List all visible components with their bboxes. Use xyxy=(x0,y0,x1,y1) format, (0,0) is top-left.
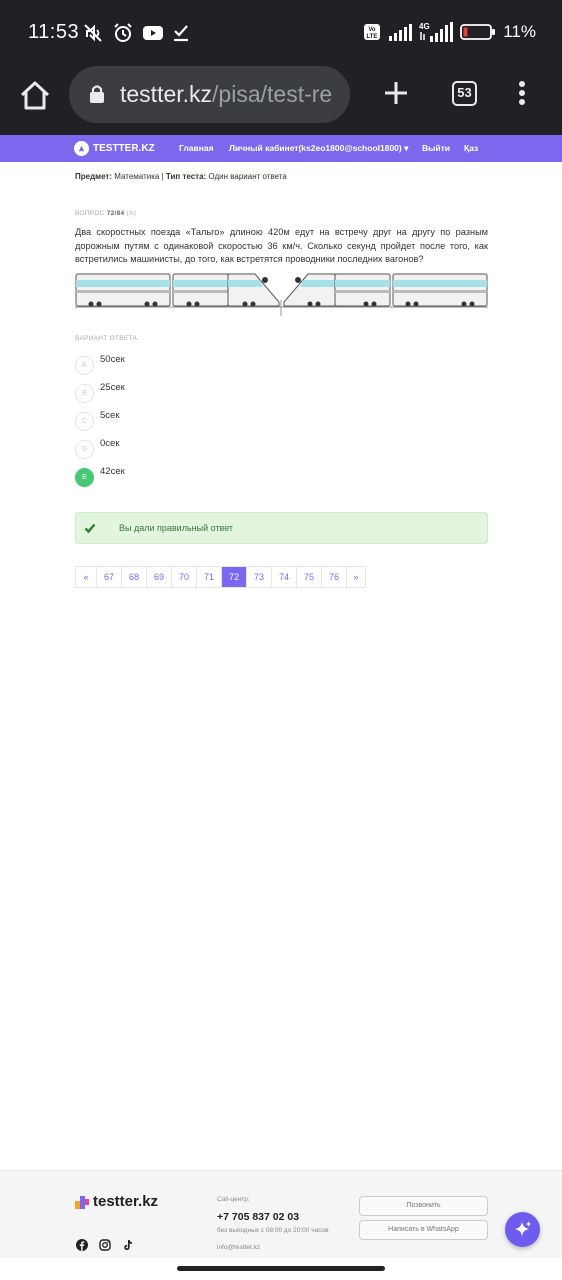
svg-text:4G: 4G xyxy=(419,22,430,31)
test-meta: Предмет: Математика | Тип теста: Один ва… xyxy=(75,172,287,181)
battery-percent: 11% xyxy=(503,22,536,41)
train-illustration xyxy=(75,270,488,318)
status-bar: 11:53 Vo LTE 4G 11% xyxy=(0,0,562,66)
footer-hours: без выходных с 08:00 до 20:00 часов xyxy=(217,1227,329,1234)
lock-icon xyxy=(90,85,104,103)
subject: Математика xyxy=(114,172,160,181)
download-done-icon xyxy=(174,25,188,42)
tiktok-icon[interactable] xyxy=(122,1239,134,1251)
page-prev[interactable]: « xyxy=(76,567,96,587)
site-navbar: TESTTER.KZ Главная Личный кабинет(ks2eo1… xyxy=(0,135,562,162)
page-link[interactable]: 75 xyxy=(296,567,321,587)
browser-toolbar: testter.kz/pisa/test-re 53 xyxy=(0,66,562,136)
test-type: Один вариант ответа xyxy=(208,172,287,181)
call-button[interactable]: Позвонить xyxy=(359,1196,488,1216)
call-center-label: Call-центр: xyxy=(217,1196,250,1203)
question-text: Два скоростных поезда «Тальго» длиною 42… xyxy=(75,227,488,264)
new-tab-icon[interactable] xyxy=(383,80,409,106)
result-alert: Вы дали правильный ответ xyxy=(75,512,488,544)
answers-label: ВАРИАНТ ОТВЕТА xyxy=(75,335,138,342)
nav-home[interactable]: Главная xyxy=(179,143,214,153)
question-label: ВОПРОС 72/84 (A) xyxy=(75,210,137,217)
option-letter: A xyxy=(75,356,94,375)
address-bar[interactable]: testter.kz/pisa/test-re xyxy=(69,66,350,123)
clock: 11:53 xyxy=(28,21,80,43)
battery-icon xyxy=(460,24,496,40)
page-link[interactable]: 67 xyxy=(96,567,121,587)
site-logo-text: TESTTER.KZ xyxy=(93,143,155,154)
logo-icon xyxy=(74,141,89,156)
page-link[interactable]: 74 xyxy=(271,567,296,587)
youtube-icon xyxy=(143,26,163,40)
instagram-icon[interactable] xyxy=(99,1239,111,1251)
page-next[interactable]: » xyxy=(346,567,365,587)
option-letter: C xyxy=(75,412,94,431)
social-links xyxy=(76,1239,134,1251)
result-message: Вы дали правильный ответ xyxy=(119,523,234,533)
option-text: 42сек xyxy=(100,466,125,477)
option-text: 5сек xyxy=(100,410,120,421)
url-path: /pisa/test-re xyxy=(212,81,333,107)
home-icon[interactable] xyxy=(18,78,52,112)
url-domain: testter.kz xyxy=(120,81,213,107)
option-text: 0сек xyxy=(100,438,120,449)
answer-option-e[interactable]: E 42сек xyxy=(75,466,275,487)
option-text: 50сек xyxy=(100,354,125,365)
footer-logo-text: testter.kz xyxy=(93,1193,159,1210)
page-link[interactable]: 69 xyxy=(146,567,171,587)
pagination: « 67 68 69 70 71 72 73 74 75 76 » xyxy=(75,566,366,588)
svg-text:LTE: LTE xyxy=(367,34,378,40)
footer-logo[interactable]: testter.kz xyxy=(74,1193,158,1210)
footer-email[interactable]: info@testter.kz xyxy=(217,1244,260,1251)
whatsapp-button[interactable]: Написать в WhatsApp xyxy=(359,1220,488,1240)
train-right xyxy=(283,273,488,307)
site-logo[interactable]: TESTTER.KZ xyxy=(74,141,155,156)
signal-icon xyxy=(389,24,413,41)
signal-4g-icon: 4G xyxy=(419,22,454,42)
testter-logo-icon xyxy=(75,1195,89,1209)
nav-language[interactable]: Қаз xyxy=(464,143,478,153)
gesture-handle[interactable] xyxy=(177,1266,385,1271)
mute-icon xyxy=(84,24,102,42)
alarm-icon xyxy=(114,23,132,42)
check-icon xyxy=(84,523,96,534)
option-letter: E xyxy=(75,468,94,487)
option-letter: D xyxy=(75,440,94,459)
answer-option-b[interactable]: B 25сек xyxy=(75,382,275,403)
option-text: 25сек xyxy=(100,382,125,393)
answer-option-c[interactable]: C 5сек xyxy=(75,410,275,431)
assistant-fab[interactable] xyxy=(505,1212,540,1247)
page-link[interactable]: 76 xyxy=(321,567,346,587)
nav-logout[interactable]: Выйти xyxy=(422,143,450,153)
tab-switcher-button[interactable]: 53 xyxy=(452,81,477,106)
question-variant: (A) xyxy=(126,210,137,217)
question-number: 72/84 xyxy=(106,210,125,217)
facebook-icon[interactable] xyxy=(76,1239,88,1251)
page-link[interactable]: 68 xyxy=(121,567,146,587)
nav-cabinet-label: Личный кабинет(ks2eo1800@school1800) xyxy=(229,143,402,153)
answer-option-a[interactable]: A 50сек xyxy=(75,354,275,375)
site-footer: testter.kz Call-центр: +7 705 837 02 03 … xyxy=(0,1170,562,1262)
caret-down-icon: ▾ xyxy=(404,143,409,153)
nav-cabinet[interactable]: Личный кабинет(ks2eo1800@school1800) ▾ xyxy=(229,143,408,154)
page-link[interactable]: 70 xyxy=(171,567,196,587)
page-link[interactable]: 71 xyxy=(196,567,221,587)
volte-icon: VoLTE xyxy=(364,24,381,40)
sparkle-icon xyxy=(514,1221,531,1236)
page-link[interactable]: 73 xyxy=(246,567,271,587)
footer-phone[interactable]: +7 705 837 02 03 xyxy=(217,1211,299,1223)
svg-text:Vo: Vo xyxy=(369,27,377,33)
train-left xyxy=(75,273,280,307)
more-vert-icon[interactable] xyxy=(518,80,526,106)
page-current[interactable]: 72 xyxy=(221,567,246,587)
option-letter: B xyxy=(75,384,94,403)
answer-option-d[interactable]: D 0сек xyxy=(75,438,275,459)
